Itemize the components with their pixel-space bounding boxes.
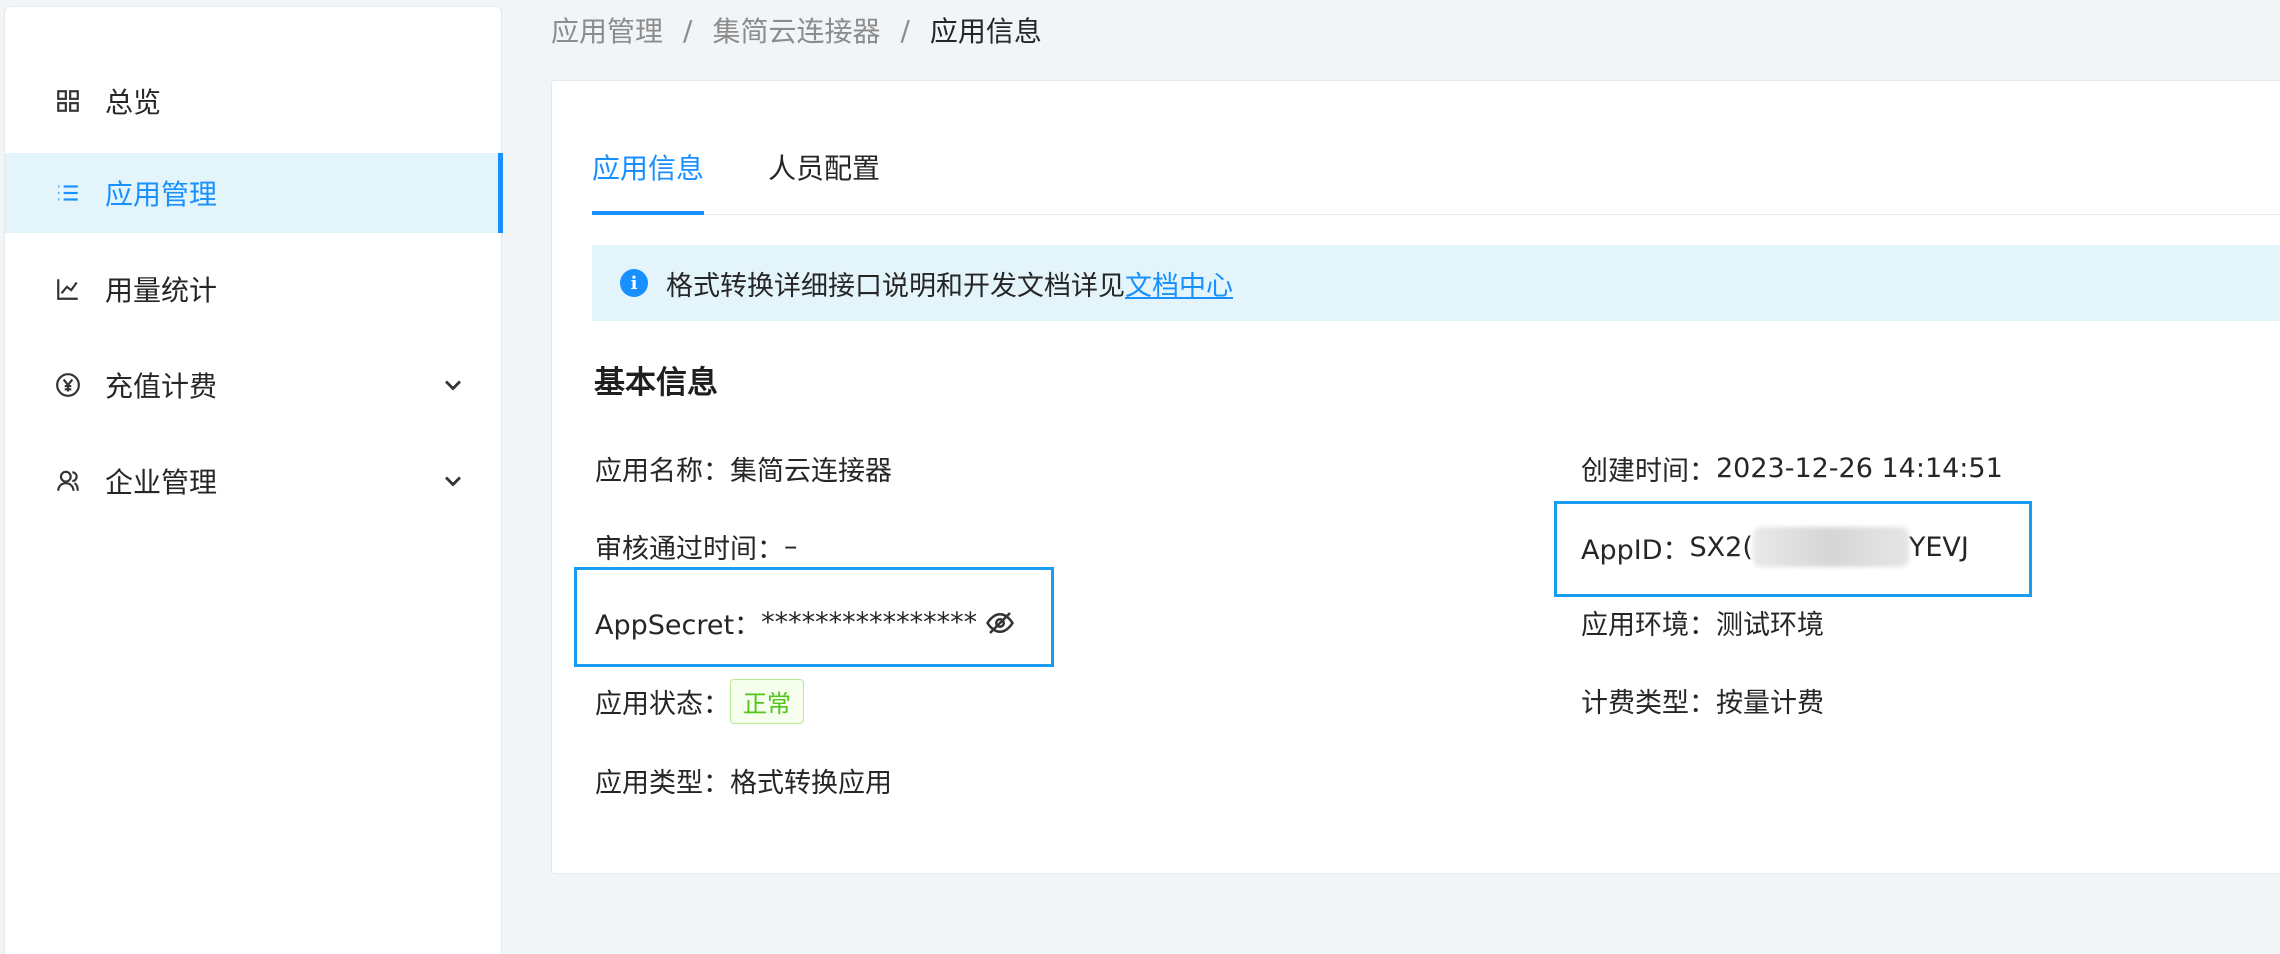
tab-app-info[interactable]: 应用信息 bbox=[592, 147, 705, 215]
field-label: 应用环境： bbox=[1581, 610, 1716, 641]
breadcrumb-item-app-management[interactable]: 应用管理 bbox=[551, 10, 663, 50]
chevron-down-icon[interactable] bbox=[439, 467, 467, 495]
field-created-time: 创建时间： 2023-12-26 14:14:51 bbox=[1581, 449, 2003, 488]
breadcrumb-separator: / bbox=[900, 13, 910, 47]
alert-text: 格式转换详细接口说明和开发文档详见 bbox=[666, 270, 1125, 302]
user-group-icon bbox=[53, 466, 83, 496]
field-value: 2023-12-26 14:14:51 bbox=[1716, 453, 2003, 484]
grid-icon bbox=[53, 86, 83, 116]
field-value: 测试环境 bbox=[1716, 610, 1824, 641]
list-icon bbox=[53, 178, 83, 208]
sidebar-item-label: 企业管理 bbox=[105, 466, 218, 499]
field-label: 应用名称： bbox=[595, 456, 730, 487]
eye-off-icon[interactable] bbox=[985, 608, 1015, 638]
field-value: **************** bbox=[761, 607, 978, 638]
sidebar-item-app-management[interactable]: 应用管理 bbox=[5, 153, 503, 233]
redacted-mask bbox=[1752, 527, 1909, 567]
sidebar: 总览 应用管理 用量统计 充值计费 企业管理 bbox=[4, 6, 503, 954]
chevron-down-icon[interactable] bbox=[439, 371, 467, 399]
field-app-name: 应用名称： 集简云连接器 bbox=[595, 449, 892, 488]
field-billing-type: 计费类型： 按量计费 bbox=[1581, 681, 1824, 720]
sidebar-item-overview[interactable]: 总览 bbox=[5, 61, 501, 141]
sidebar-item-label: 应用管理 bbox=[105, 178, 218, 211]
field-app-status: 应用状态： 正常 bbox=[595, 679, 804, 724]
info-alert: i 格式转换详细接口说明和开发文档详见 文档中心 bbox=[592, 245, 2280, 321]
field-approval-time: 审核通过时间： – bbox=[595, 527, 798, 566]
field-label: AppSecret： bbox=[595, 610, 762, 641]
breadcrumb: 应用管理 / 集简云连接器 / 应用信息 bbox=[551, 10, 1042, 50]
field-label: AppID： bbox=[1581, 534, 1690, 566]
sidebar-item-billing[interactable]: 充值计费 bbox=[5, 345, 501, 425]
app-info-card: 应用信息 人员配置 i 格式转换详细接口说明和开发文档详见 文档中心 基本信息 … bbox=[551, 80, 2280, 874]
field-label: 应用状态： bbox=[595, 689, 730, 720]
field-value: 格式转换应用 bbox=[730, 768, 892, 799]
field-app-secret: AppSecret： **************** bbox=[595, 603, 1015, 642]
field-value: – bbox=[784, 531, 798, 562]
breadcrumb-item-connector[interactable]: 集简云连接器 bbox=[712, 10, 880, 50]
sidebar-item-enterprise[interactable]: 企业管理 bbox=[5, 441, 501, 521]
app-id-prefix: SX2( bbox=[1689, 531, 1753, 563]
line-chart-icon bbox=[53, 274, 83, 304]
field-app-env: 应用环境： 测试环境 bbox=[1581, 603, 1824, 642]
field-label: 审核通过时间： bbox=[595, 534, 784, 565]
field-label: 创建时间： bbox=[1581, 456, 1716, 487]
tab-bar: 应用信息 人员配置 bbox=[592, 141, 2280, 215]
status-badge: 正常 bbox=[730, 679, 804, 724]
breadcrumb-separator: / bbox=[683, 13, 693, 47]
field-value: 按量计费 bbox=[1716, 688, 1824, 719]
yen-circle-icon bbox=[53, 370, 83, 400]
section-title: 基本信息 bbox=[594, 365, 718, 401]
app-id-suffix: YEVJ bbox=[1908, 531, 1969, 563]
info-icon: i bbox=[620, 269, 648, 297]
doc-center-link[interactable]: 文档中心 bbox=[1125, 264, 1233, 303]
breadcrumb-item-current: 应用信息 bbox=[929, 15, 1042, 48]
sidebar-item-label: 充值计费 bbox=[105, 370, 218, 403]
sidebar-item-usage-stats[interactable]: 用量统计 bbox=[5, 249, 501, 329]
field-label: 应用类型： bbox=[595, 768, 730, 799]
sidebar-item-label: 用量统计 bbox=[105, 274, 218, 307]
tab-staff-config[interactable]: 人员配置 bbox=[768, 147, 880, 215]
field-label: 计费类型： bbox=[1581, 688, 1716, 719]
field-app-id: AppID： SX2( YEVJ bbox=[1581, 527, 1969, 567]
sidebar-item-label: 总览 bbox=[105, 86, 162, 119]
field-app-type: 应用类型： 格式转换应用 bbox=[595, 761, 892, 800]
field-value: 集简云连接器 bbox=[730, 456, 892, 487]
